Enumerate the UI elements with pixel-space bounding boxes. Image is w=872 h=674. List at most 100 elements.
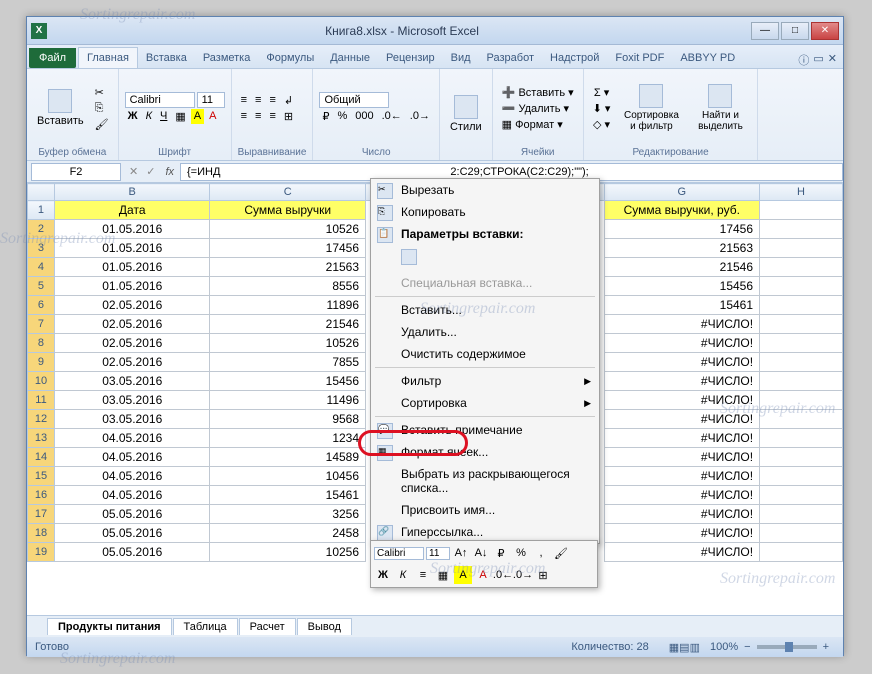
clear-icon[interactable]: ◇ ▾: [590, 117, 613, 132]
font-color-button[interactable]: A: [206, 109, 219, 124]
mini-percent-icon[interactable]: %: [512, 544, 530, 562]
align-top-icon[interactable]: ≡: [238, 93, 250, 108]
format-painter-icon[interactable]: 🖌: [92, 117, 112, 132]
underline-button[interactable]: Ч: [157, 109, 170, 124]
mini-shrink-font-icon[interactable]: A↓: [472, 544, 490, 562]
ctx-sort[interactable]: Сортировка▶: [371, 392, 599, 414]
group-clipboard: Вставить ✂ ⎘ 🖌 Буфер обмена: [27, 69, 119, 160]
ctx-insert-comment[interactable]: 💬Вставить примечание: [371, 419, 599, 441]
fill-color-button[interactable]: A: [191, 109, 204, 124]
font-name-select[interactable]: Calibri: [125, 92, 195, 108]
ctx-copy[interactable]: ⎘Копировать: [371, 201, 599, 223]
mini-font-select[interactable]: Calibri: [374, 547, 424, 560]
mini-fill-color-icon[interactable]: A: [454, 566, 472, 584]
copy-icon[interactable]: ⎘: [92, 101, 112, 116]
ctx-cut[interactable]: ✂Вырезать: [371, 179, 599, 201]
comma-icon[interactable]: 000: [352, 109, 376, 124]
merge-icon[interactable]: ⊞: [281, 109, 296, 124]
ctx-insert[interactable]: Вставить...: [371, 299, 599, 321]
mini-font-color-icon[interactable]: A: [474, 566, 492, 584]
align-middle-icon[interactable]: ≡: [252, 93, 264, 108]
mini-format-painter-icon[interactable]: 🖌: [552, 544, 570, 562]
tab-view[interactable]: Вид: [443, 48, 479, 68]
help-icon[interactable]: ⓘ: [798, 52, 809, 68]
sheet-tab[interactable]: Расчет: [239, 618, 296, 635]
autosum-icon[interactable]: Σ ▾: [591, 85, 612, 100]
mini-grow-font-icon[interactable]: A↑: [452, 544, 470, 562]
insert-cells-button[interactable]: ➕ Вставить ▾: [499, 85, 577, 100]
bold-button[interactable]: Ж: [125, 109, 141, 124]
tab-layout[interactable]: Разметка: [195, 48, 259, 68]
mini-merge-icon[interactable]: ⊞: [534, 566, 552, 584]
increase-decimal-icon[interactable]: .0←: [379, 109, 405, 124]
tab-review[interactable]: Рецензир: [378, 48, 443, 68]
tab-data[interactable]: Данные: [322, 48, 378, 68]
mini-italic-icon[interactable]: К: [394, 566, 412, 584]
wrap-text-icon[interactable]: ↲: [281, 93, 296, 108]
tab-addins[interactable]: Надстрой: [542, 48, 607, 68]
ctx-paste-special: Специальная вставка...: [371, 272, 599, 294]
zoom-slider[interactable]: [757, 645, 817, 649]
tab-abbyy[interactable]: ABBYY PD: [672, 48, 743, 68]
close-button[interactable]: ✕: [811, 22, 839, 40]
sheet-tab[interactable]: Продукты питания: [47, 618, 172, 635]
fx-icon[interactable]: fx: [159, 166, 180, 178]
zoom-level[interactable]: 100%: [710, 641, 738, 653]
mini-border-icon[interactable]: ▦: [434, 566, 452, 584]
border-button[interactable]: ▦: [172, 109, 188, 124]
format-cells-button[interactable]: ▦ Формат ▾: [499, 117, 577, 132]
find-select-button[interactable]: Найти и выделить: [689, 82, 751, 134]
ctx-clear[interactable]: Очистить содержимое: [371, 343, 599, 365]
align-right-icon[interactable]: ≡: [266, 109, 278, 124]
ctx-define-name[interactable]: Присвоить имя...: [371, 499, 599, 521]
mini-inc-decimal-icon[interactable]: .0←: [494, 566, 512, 584]
tab-foxit[interactable]: Foxit PDF: [607, 48, 672, 68]
sheet-tab[interactable]: Таблица: [173, 618, 238, 635]
paste-button[interactable]: Вставить: [33, 87, 88, 129]
currency-icon[interactable]: ₽: [319, 109, 332, 124]
align-center-icon[interactable]: ≡: [252, 109, 264, 124]
decrease-decimal-icon[interactable]: .0→: [407, 109, 433, 124]
minimize-button[interactable]: —: [751, 22, 779, 40]
tab-insert[interactable]: Вставка: [138, 48, 195, 68]
mini-bold-icon[interactable]: Ж: [374, 566, 392, 584]
name-box[interactable]: F2: [31, 163, 121, 181]
tab-developer[interactable]: Разработ: [479, 48, 542, 68]
maximize-button[interactable]: □: [781, 22, 809, 40]
ctx-pick-from-list[interactable]: Выбрать из раскрывающегося списка...: [371, 463, 599, 499]
ctx-filter[interactable]: Фильтр▶: [371, 370, 599, 392]
cut-icon[interactable]: ✂: [92, 85, 112, 100]
mini-align-icon[interactable]: ≡: [414, 566, 432, 584]
mini-comma-icon[interactable]: ,: [532, 544, 550, 562]
enter-formula-icon[interactable]: ✓: [142, 165, 159, 178]
sort-filter-button[interactable]: Сортировка и фильтр: [617, 82, 685, 134]
zoom-out-icon[interactable]: −: [738, 641, 756, 653]
view-normal-icon[interactable]: ▦: [669, 641, 679, 654]
tab-formulas[interactable]: Формулы: [258, 48, 322, 68]
font-size-select[interactable]: 11: [197, 92, 225, 108]
percent-icon[interactable]: %: [334, 109, 350, 124]
delete-cells-button[interactable]: ➖ Удалить ▾: [499, 101, 577, 116]
tab-home[interactable]: Главная: [78, 47, 138, 68]
align-left-icon[interactable]: ≡: [238, 109, 250, 124]
fill-icon[interactable]: ⬇ ▾: [590, 101, 614, 116]
mini-size-select[interactable]: 11: [426, 547, 450, 560]
zoom-in-icon[interactable]: +: [817, 641, 835, 653]
ctx-delete[interactable]: Удалить...: [371, 321, 599, 343]
mini-dec-decimal-icon[interactable]: .0→: [514, 566, 532, 584]
align-bottom-icon[interactable]: ≡: [266, 93, 278, 108]
minimize-ribbon-icon[interactable]: ▭: [813, 52, 823, 68]
sheet-tab[interactable]: Вывод: [297, 618, 352, 635]
styles-button[interactable]: Стили: [446, 93, 486, 135]
ctx-paste-variant[interactable]: [371, 245, 599, 272]
mini-currency-icon[interactable]: ₽: [492, 544, 510, 562]
italic-button[interactable]: К: [143, 109, 155, 124]
window-close-icon[interactable]: ✕: [828, 52, 837, 68]
view-pagebreak-icon[interactable]: ▥: [690, 641, 700, 654]
number-format-select[interactable]: Общий: [319, 92, 389, 108]
view-layout-icon[interactable]: ▤: [679, 641, 689, 654]
excel-icon: X: [31, 23, 47, 39]
ctx-format-cells[interactable]: ▦Формат ячеек...: [371, 441, 599, 463]
cancel-formula-icon[interactable]: ✕: [125, 165, 142, 178]
file-tab[interactable]: Файл: [29, 48, 76, 68]
